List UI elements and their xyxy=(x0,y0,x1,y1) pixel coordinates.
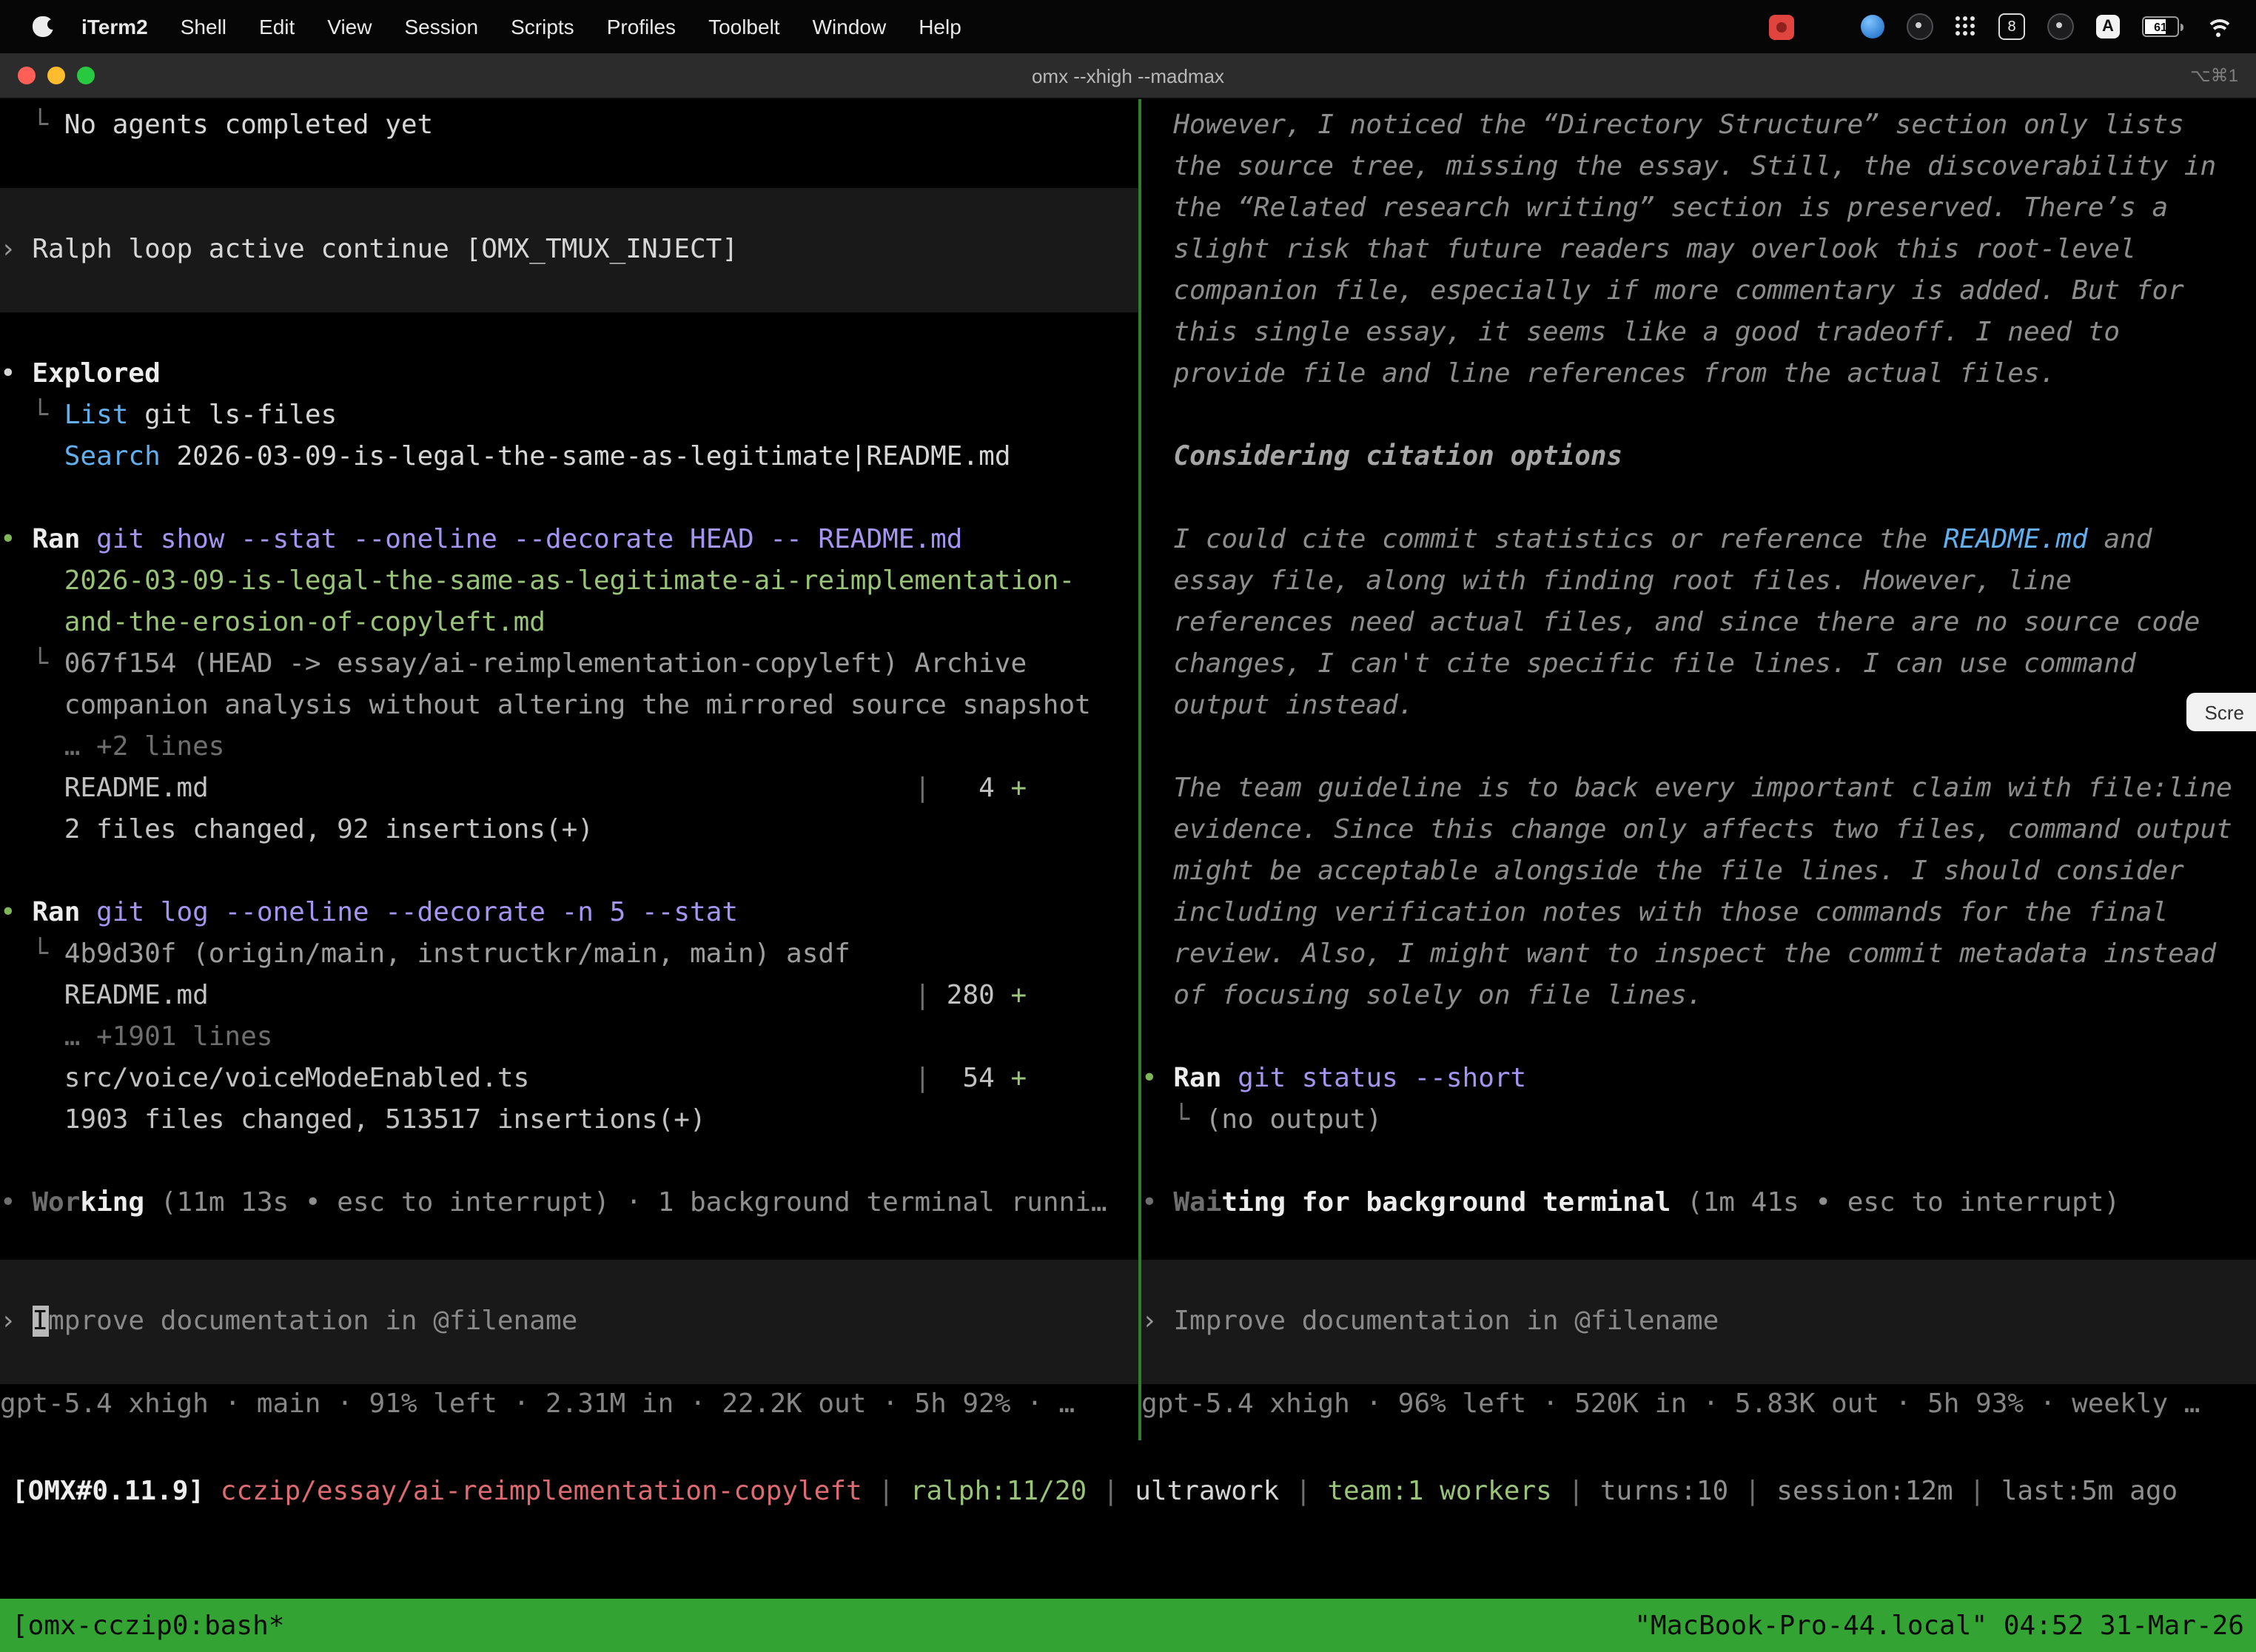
terminal-line: • Explored xyxy=(0,354,1138,395)
close-window-button[interactable] xyxy=(18,67,36,84)
terminal-line: … +1901 lines xyxy=(0,1017,1138,1058)
terminal-line: including verification notes with those … xyxy=(1141,893,2256,934)
blank-line xyxy=(1141,395,2256,437)
terminal-line: • Ran git log --oneline --decorate -n 5 … xyxy=(0,893,1138,934)
terminal-line: README.md | 4 + xyxy=(0,768,1138,810)
menu-session[interactable]: Session xyxy=(388,15,494,38)
terminal-line: slight risk that future readers may over… xyxy=(1141,229,2256,271)
dark-app-icon[interactable] xyxy=(1907,13,1933,40)
terminal-line: └ (no output) xyxy=(1141,1100,2256,1141)
terminal-line: changes, I can't cite specific file line… xyxy=(1141,644,2256,685)
terminal-line: provide file and line references from th… xyxy=(1141,354,2256,395)
terminal-line: of focusing solely on file lines. xyxy=(1141,976,2256,1017)
blank-line xyxy=(1141,1017,2256,1058)
blank-line xyxy=(1141,727,2256,768)
menu-edit[interactable]: Edit xyxy=(243,15,311,38)
terminal-line: essay file, along with finding root file… xyxy=(1141,561,2256,602)
menu-view[interactable]: View xyxy=(311,15,388,38)
menu-window[interactable]: Window xyxy=(796,15,903,38)
window-tiles-icon[interactable] xyxy=(1816,18,1839,36)
terminal-line: README.md | 280 + xyxy=(0,976,1138,1017)
zoom-window-button[interactable] xyxy=(77,67,95,84)
terminal-line: 1903 files changed, 513517 insertions(+) xyxy=(0,1100,1138,1141)
spacer xyxy=(0,1224,1138,1260)
terminal-line: • Ran git status --short xyxy=(1141,1058,2256,1100)
terminal-line: output instead. xyxy=(1141,685,2256,727)
terminal-line: Considering citation options xyxy=(1141,437,2256,478)
menu-bar-status-icons: 8 A 61 xyxy=(1769,13,2238,40)
terminal-line: The team guideline is to back every impo… xyxy=(1141,768,2256,810)
terminal-line: └ 4b9d30f (origin/main, instructkr/main,… xyxy=(0,934,1138,976)
terminal-line: Search 2026-03-09-is-legal-the-same-as-l… xyxy=(0,437,1138,478)
terminal-line: the source tree, missing the essay. Stil… xyxy=(1141,147,2256,188)
menu-shell[interactable]: Shell xyxy=(164,15,243,38)
blank-line xyxy=(0,851,1138,893)
tmux-pane-right[interactable]: However, I noticed the “Directory Struct… xyxy=(1141,99,2256,1426)
blank-line xyxy=(0,312,1138,354)
terminal-line: review. Also, I might want to inspect th… xyxy=(1141,934,2256,976)
dark-app-icon-2[interactable] xyxy=(2047,13,2074,40)
command-input-box[interactable]: › Improve documentation in @filename xyxy=(1141,1260,2256,1384)
terminal-line: the “Related research writing” section i… xyxy=(1141,188,2256,229)
terminal-area[interactable]: └ No agents completed yet › Ralph loop ac… xyxy=(0,99,2256,1652)
blank-line xyxy=(0,147,1138,188)
keycap-icon[interactable]: 8 xyxy=(1998,13,2025,40)
terminal-line: src/voice/voiceModeEnabled.ts | 54 + xyxy=(0,1058,1138,1100)
macos-menu-bar: iTerm2ShellEditViewSessionScriptsProfile… xyxy=(0,0,2256,53)
input-source-icon[interactable]: A xyxy=(2096,15,2120,38)
terminal-line: └ 067f154 (HEAD -> essay/ai-reimplementa… xyxy=(0,644,1138,685)
terminal-line: companion file, especially if more comme… xyxy=(1141,271,2256,312)
screen: iTerm2ShellEditViewSessionScriptsProfile… xyxy=(0,0,2256,1652)
menu-profiles[interactable]: Profiles xyxy=(591,15,692,38)
apple-menu-icon[interactable] xyxy=(33,16,53,37)
terminal-line: this single essay, it seems like a good … xyxy=(1141,312,2256,354)
tmux-session-label: [omx-cczip0:bash* xyxy=(12,1610,284,1641)
minimize-window-button[interactable] xyxy=(47,67,65,84)
command-input-box[interactable]: › Ralph loop active continue [OMX_TMUX_I… xyxy=(0,188,1138,312)
terminal-line: 2 files changed, 92 insertions(+) xyxy=(0,810,1138,851)
command-input-box[interactable]: › Improve documentation in @filename xyxy=(0,1260,1138,1384)
menu-iterm2[interactable]: iTerm2 xyxy=(65,15,164,38)
screen-share-button[interactable]: Scre xyxy=(2187,693,2256,731)
terminal-line: companion analysis without altering the … xyxy=(0,685,1138,727)
terminal-line: • Waiting for background terminal (1m 41… xyxy=(1141,1183,2256,1224)
blank-line xyxy=(0,1141,1138,1183)
battery-icon[interactable]: 61 xyxy=(2142,16,2183,37)
terminal-line: 2026-03-09-is-legal-the-same-as-legitima… xyxy=(0,561,1138,602)
tmux-host-clock: "MacBook-Pro-44.local" 04:52 31-Mar-26 xyxy=(1634,1610,2244,1641)
blank-line xyxy=(1141,1141,2256,1183)
terminal-line: • Working (11m 13s • esc to interrupt) ·… xyxy=(0,1183,1138,1224)
tmux-pane-left[interactable]: └ No agents completed yet › Ralph loop ac… xyxy=(0,99,1138,1426)
traffic-lights xyxy=(18,67,95,84)
terminal-line: └ No agents completed yet xyxy=(0,105,1138,147)
app-grid-icon[interactable] xyxy=(1955,16,1976,37)
screen-recording-icon[interactable] xyxy=(1769,14,1794,39)
blank-line xyxy=(1141,478,2256,520)
window-title-bar: omx --xhigh --madmax ⌥⌘1 xyxy=(0,53,2256,99)
terminal-line: └ List git ls-files xyxy=(0,395,1138,437)
menu-scripts[interactable]: Scripts xyxy=(494,15,591,38)
spacer xyxy=(1141,1224,2256,1260)
tmux-status-bar: [omx-cczip0:bash* "MacBook-Pro-44.local"… xyxy=(0,1599,2256,1652)
window-shortcut-badge: ⌥⌘1 xyxy=(2190,53,2238,98)
screen-share-label: Scre xyxy=(2205,701,2244,723)
menu-toolbelt[interactable]: Toolbelt xyxy=(692,15,796,38)
browser-app-icon[interactable] xyxy=(1861,15,1884,38)
terminal-line: I could cite commit statistics or refere… xyxy=(1141,520,2256,561)
terminal-line: might be acceptable alongside the file l… xyxy=(1141,851,2256,893)
terminal-line: and-the-erosion-of-copyleft.md xyxy=(0,602,1138,644)
terminal-line: … +2 lines xyxy=(0,727,1138,768)
terminal-line: evidence. Since this change only affects… xyxy=(1141,810,2256,851)
blank-line xyxy=(0,478,1138,520)
terminal-line: references need actual files, and since … xyxy=(1141,602,2256,644)
window-title: omx --xhigh --madmax xyxy=(0,64,2256,87)
wifi-icon[interactable] xyxy=(2206,16,2232,37)
terminal-line: gpt-5.4 xhigh · main · 91% left · 2.31M … xyxy=(0,1384,1138,1426)
terminal-line: However, I noticed the “Directory Struct… xyxy=(1141,105,2256,147)
terminal-line: gpt-5.4 xhigh · 96% left · 520K in · 5.8… xyxy=(1141,1384,2256,1426)
menu-help[interactable]: Help xyxy=(902,15,978,38)
terminal-line: • Ran git show --stat --oneline --decora… xyxy=(0,520,1138,561)
omx-status-line: [OMX#0.11.9] cczip/essay/ai-reimplementa… xyxy=(0,1471,2256,1513)
